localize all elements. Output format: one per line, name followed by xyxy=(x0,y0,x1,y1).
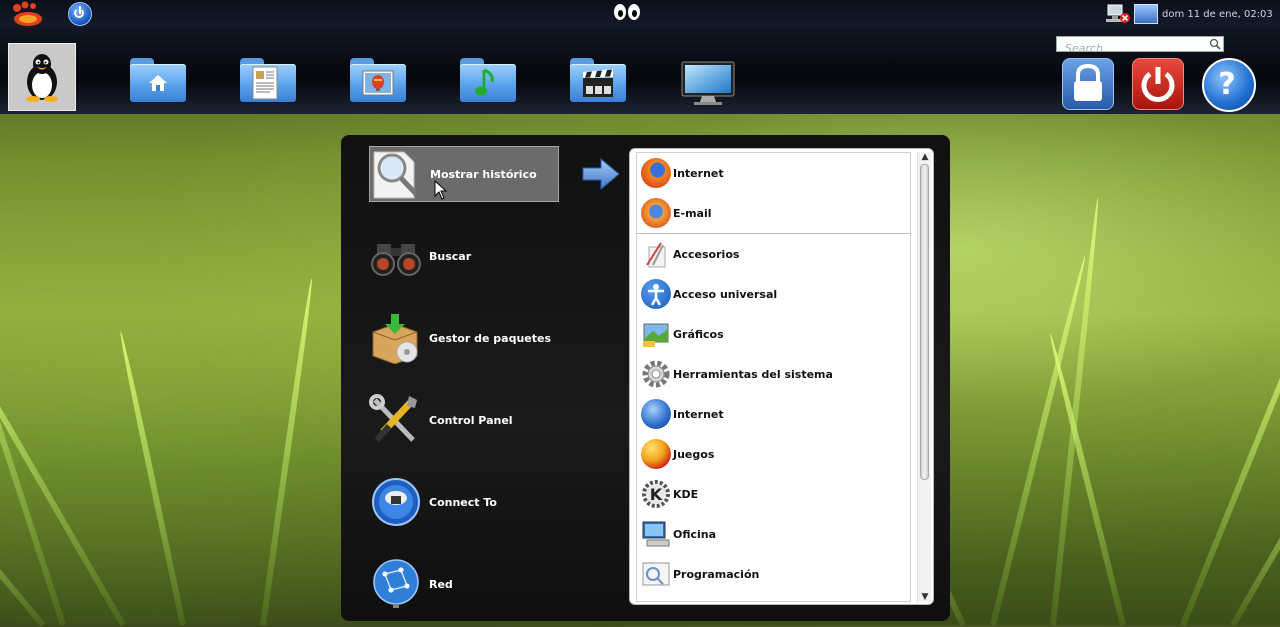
category-mostrar-historico[interactable]: Mostrar histórico xyxy=(369,146,559,202)
power-icon[interactable] xyxy=(68,2,92,26)
item-label: Acceso universal xyxy=(673,287,778,301)
home-folder[interactable] xyxy=(130,58,186,102)
email-icon xyxy=(641,198,671,228)
launcher-dock: ? xyxy=(0,28,1280,114)
category-label: Gestor de paquetes xyxy=(429,331,551,345)
top-panel: dom 11 de ene, 02:03 xyxy=(0,0,1280,28)
svg-text:K: K xyxy=(650,485,663,504)
list-item-email[interactable]: E-mail xyxy=(637,193,910,233)
help-button[interactable]: ? xyxy=(1202,58,1256,112)
picture-icon xyxy=(362,70,394,96)
system-tray: dom 11 de ene, 02:03 xyxy=(1106,0,1280,28)
category-control-panel[interactable]: Control Panel xyxy=(369,392,559,448)
scroll-up-icon[interactable]: ▲ xyxy=(920,152,930,162)
list-item-oficina[interactable]: Oficina xyxy=(637,514,910,554)
item-label: Oficina xyxy=(673,527,717,541)
list-item-acceso-universal[interactable]: Acceso universal xyxy=(637,274,910,314)
magnifier-icon xyxy=(370,148,424,200)
home-icon xyxy=(149,75,167,91)
network-globe-icon xyxy=(369,558,423,610)
search-icon[interactable] xyxy=(1209,38,1221,50)
category-label: Connect To xyxy=(429,495,497,509)
document-icon xyxy=(252,66,278,100)
programming-icon xyxy=(641,559,671,589)
list-item-kde[interactable]: K KDE xyxy=(637,474,910,514)
binoculars-icon xyxy=(369,230,423,282)
gear-icon xyxy=(641,359,671,389)
category-label: Mostrar histórico xyxy=(430,167,537,181)
xeyes-applet-icon xyxy=(614,4,640,20)
scrollbar[interactable]: ▲ ▼ xyxy=(917,152,931,602)
category-red[interactable]: Red xyxy=(369,556,559,612)
clapperboard-icon xyxy=(583,69,613,97)
scroll-down-icon[interactable]: ▼ xyxy=(920,592,930,602)
package-icon xyxy=(369,312,423,365)
network-disconnected-icon[interactable] xyxy=(1106,4,1130,24)
list-item-internet-favorite[interactable]: Internet xyxy=(637,153,910,193)
item-label: KDE xyxy=(673,487,699,501)
main-menu-button[interactable] xyxy=(8,43,76,111)
search-box[interactable] xyxy=(1056,36,1224,56)
item-label: Accesorios xyxy=(673,247,740,261)
shutdown-button[interactable] xyxy=(1132,58,1184,110)
gnome-foot-icon[interactable] xyxy=(8,1,44,27)
firefox-icon xyxy=(641,158,671,188)
list-item-herramientas-del-sistema[interactable]: Herramientas del sistema xyxy=(637,354,910,394)
kde-icon: K xyxy=(641,479,671,509)
list-item-graficos[interactable]: Gráficos xyxy=(637,314,910,354)
category-label: Control Panel xyxy=(429,413,513,427)
accessibility-icon xyxy=(641,279,671,309)
scrollbar-thumb[interactable] xyxy=(920,164,929,480)
tux-icon xyxy=(26,54,58,102)
item-label: Programación xyxy=(673,567,760,581)
games-icon xyxy=(641,439,671,469)
applications-panel: Internet E-mail Accesorios Acceso univer… xyxy=(629,148,934,605)
documents-folder[interactable] xyxy=(240,58,296,102)
list-item-internet[interactable]: Internet xyxy=(637,394,910,434)
list-item-programacion[interactable]: Programación xyxy=(637,554,910,594)
arrow-right-icon xyxy=(581,157,621,191)
office-icon xyxy=(641,519,671,549)
list-item-accesorios[interactable]: Accesorios xyxy=(637,234,910,274)
category-label: Buscar xyxy=(429,249,472,263)
videos-folder[interactable] xyxy=(570,58,626,102)
power-icon xyxy=(1141,67,1175,102)
list-item-juegos[interactable]: Juegos xyxy=(637,434,910,474)
item-label: Internet xyxy=(673,407,724,421)
category-connect-to[interactable]: Connect To xyxy=(369,474,559,530)
lock-screen-button[interactable] xyxy=(1062,58,1114,110)
music-folder[interactable] xyxy=(460,58,516,102)
item-label: E-mail xyxy=(673,206,712,220)
item-label: Juegos xyxy=(673,447,715,461)
category-label: Red xyxy=(429,577,453,591)
clock[interactable]: dom 11 de ene, 02:03 xyxy=(1162,9,1280,20)
category-gestor-de-paquetes[interactable]: Gestor de paquetes xyxy=(369,310,559,366)
category-buscar[interactable]: Buscar xyxy=(369,228,559,284)
graphics-icon xyxy=(641,319,671,349)
music-note-icon xyxy=(475,68,494,96)
lock-icon xyxy=(1074,63,1102,101)
help-icon: ? xyxy=(1218,67,1235,102)
item-label: Gráficos xyxy=(673,327,724,341)
connect-icon xyxy=(369,476,423,528)
item-label: Internet xyxy=(673,166,724,180)
accessories-icon xyxy=(641,239,671,269)
svg-text:?: ? xyxy=(1218,67,1235,102)
monitor-icon xyxy=(681,61,735,105)
applications-list: Internet E-mail Accesorios Acceso univer… xyxy=(636,152,911,602)
item-label: Herramientas del sistema xyxy=(673,367,833,381)
display-icon[interactable] xyxy=(1134,4,1158,24)
pictures-folder[interactable] xyxy=(350,58,406,102)
desktop-monitor[interactable] xyxy=(680,60,736,110)
search-input[interactable] xyxy=(1057,41,1205,56)
tools-icon xyxy=(369,394,423,446)
globe-icon xyxy=(641,399,671,429)
application-menu: Mostrar histórico Buscar Gestor de paque… xyxy=(341,135,950,621)
